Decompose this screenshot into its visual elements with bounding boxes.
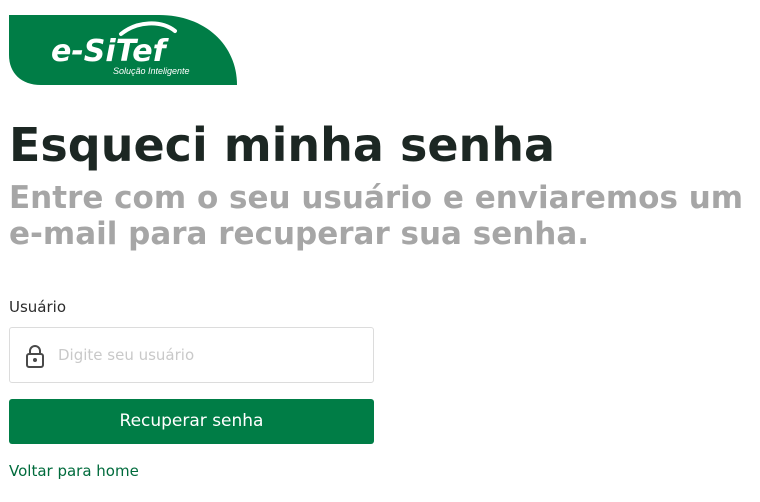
username-input[interactable]: [56, 328, 368, 382]
forgot-password-page: e-SiTef Solução Inteligente Esqueci minh…: [0, 0, 760, 502]
page-subtitle: Entre com o seu usuário e enviaremos um …: [9, 180, 744, 252]
back-to-home-link[interactable]: Voltar para home: [9, 461, 139, 481]
logo-tagline: Solução Inteligente: [113, 66, 190, 76]
username-field[interactable]: [9, 327, 374, 383]
username-label: Usuário: [9, 298, 67, 316]
lock-icon: [26, 345, 44, 368]
logo-wordmark: e-SiTef: [51, 34, 166, 69]
recover-password-button[interactable]: Recuperar senha: [9, 399, 374, 444]
esitef-logo: e-SiTef Solução Inteligente: [9, 15, 237, 85]
page-title: Esqueci minha senha: [9, 118, 556, 172]
